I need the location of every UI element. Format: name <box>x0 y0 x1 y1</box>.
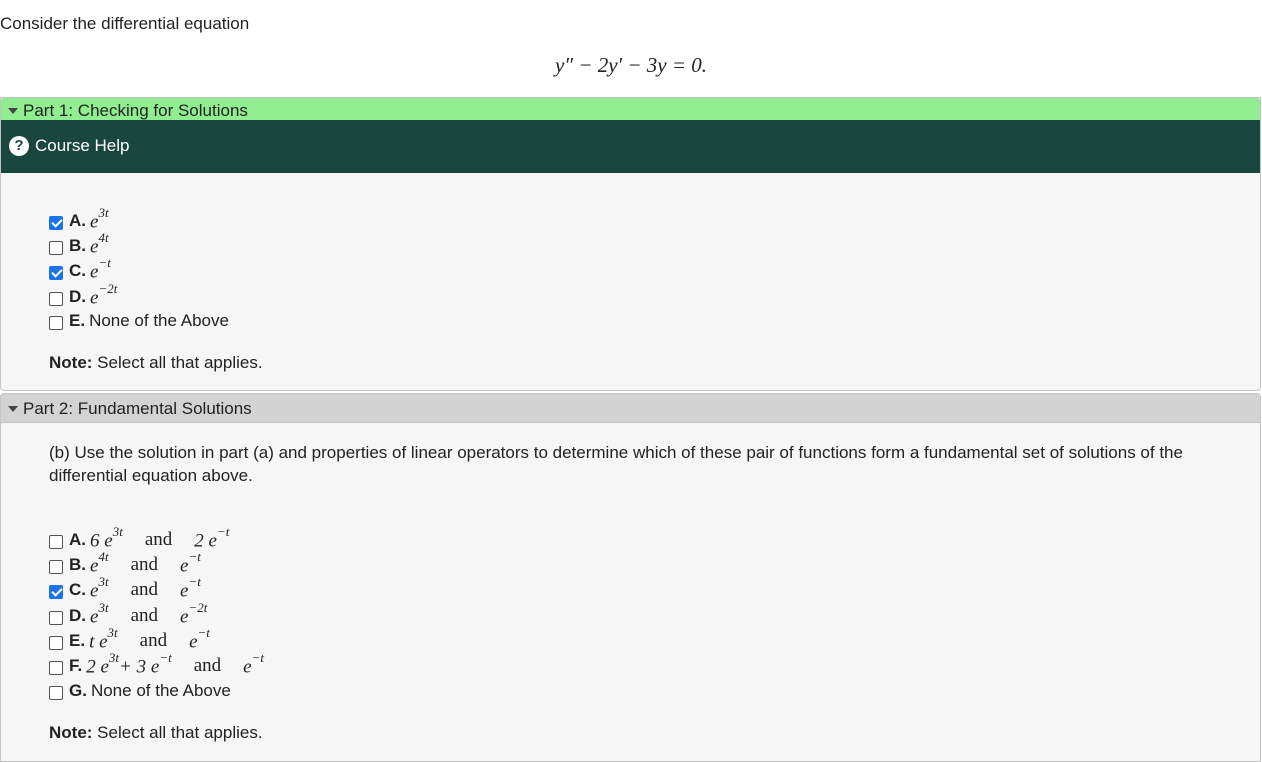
part-2-title: Part 2: Fundamental Solutions <box>23 399 252 418</box>
part-1-title: Part 1: Checking for Solutions <box>23 101 248 120</box>
math-exponent: 3t <box>107 625 118 641</box>
answer-option[interactable]: B. e4t and e−t <box>49 549 201 577</box>
answer-checkbox[interactable] <box>49 292 63 306</box>
math-exponent: −2t <box>98 281 118 297</box>
part-2-note: Note: Select all that applies. <box>49 723 263 742</box>
math-exponent: −t <box>159 650 172 666</box>
part-1-note: Note: Select all that applies. <box>49 353 263 372</box>
math-exponent: 4t <box>98 230 109 246</box>
math-exponent: −t <box>98 255 111 271</box>
answer-checkbox[interactable] <box>49 216 63 230</box>
option-letter: F. <box>69 656 83 675</box>
answer-checkbox[interactable] <box>49 686 63 700</box>
option-letter: C. <box>69 580 86 599</box>
and-text: and <box>144 529 173 550</box>
math-exponent: 3t <box>98 205 109 221</box>
math-exponent: −t <box>188 574 201 590</box>
answer-option[interactable]: C. e−t <box>49 255 111 283</box>
answer-checkbox[interactable] <box>49 611 63 625</box>
math-exponent: 3t <box>108 650 120 666</box>
math-exponent: −t <box>197 625 210 641</box>
collapse-triangle-icon[interactable] <box>8 108 18 114</box>
math-exponent: 3t <box>112 524 123 540</box>
answer-checkbox[interactable] <box>49 266 63 280</box>
and-word: and <box>140 630 167 652</box>
math-term: e−t <box>243 650 264 678</box>
option-letter: A. <box>69 211 86 230</box>
answer-checkbox[interactable] <box>49 661 63 675</box>
answer-option[interactable]: G. None of the Above <box>49 680 231 702</box>
math-base: e <box>243 656 252 678</box>
math-term: e−t <box>189 625 210 653</box>
answer-option[interactable]: B. e4t <box>49 230 109 258</box>
answer-option[interactable]: C. e3t and e−t <box>49 574 201 602</box>
math-term: 2 e3t <box>86 650 120 678</box>
answer-checkbox[interactable] <box>49 316 63 330</box>
math-base: e <box>189 631 198 653</box>
answer-checkbox[interactable] <box>49 241 63 255</box>
option-letter: E. <box>69 311 86 330</box>
answer-checkbox[interactable] <box>49 560 63 574</box>
answer-option[interactable]: A. e3t <box>49 205 109 233</box>
math-exponent: −t <box>216 524 230 540</box>
intro-text: Consider the differential equation <box>0 14 250 33</box>
math-term: e3t <box>90 574 109 602</box>
and-text: and <box>130 554 158 575</box>
answer-option[interactable]: D. e3t and e−2t <box>49 600 207 628</box>
math-exponent: −2t <box>188 600 208 616</box>
answer-option[interactable]: F. 2 e3t + 3 e−t and e−t <box>49 650 264 678</box>
math-base: t e <box>89 631 108 653</box>
math-term: e3t <box>90 600 109 628</box>
math-term: + 3 e−t <box>119 650 172 678</box>
and-text: and <box>130 605 158 626</box>
option-letter: A. <box>69 530 86 549</box>
answer-option[interactable]: E. t e3t and e−t <box>49 625 210 653</box>
math-term: e−t <box>90 255 111 283</box>
option-letter: C. <box>69 261 86 280</box>
math-base: 2 e <box>86 656 109 678</box>
part-1-panel: Part 1: Checking for Solutions ? Course … <box>0 97 1261 391</box>
help-icon[interactable]: ? <box>9 136 29 156</box>
math-exponent: 3t <box>98 574 109 590</box>
option-letter: B. <box>69 236 86 255</box>
and-word: and <box>131 554 158 576</box>
part-2-question: (b) Use the solution in part (a) and pro… <box>49 443 1183 485</box>
and-word: and <box>131 579 158 601</box>
and-word: and <box>145 529 172 551</box>
answer-checkbox[interactable] <box>49 636 63 650</box>
option-letter: D. <box>69 287 86 306</box>
math-base: + 3 e <box>119 656 160 678</box>
and-word: and <box>194 655 221 677</box>
option-text: None of the Above <box>90 681 231 700</box>
answer-checkbox[interactable] <box>49 535 63 549</box>
course-help-label[interactable]: Course Help <box>35 136 130 156</box>
option-letter: E. <box>69 631 86 650</box>
option-letter: G. <box>69 681 87 700</box>
answer-option[interactable]: E. None of the Above <box>49 310 229 332</box>
option-letter: B. <box>69 555 86 574</box>
and-text: and <box>139 630 168 651</box>
math-exponent: −t <box>251 650 264 666</box>
math-term: e−2t <box>90 281 118 309</box>
answer-checkbox[interactable] <box>49 585 63 599</box>
option-letter: D. <box>69 606 86 625</box>
answer-option[interactable]: A. 6 e3t and 2 e−t <box>49 524 229 552</box>
collapse-triangle-icon[interactable] <box>8 406 18 412</box>
part-2-panel: Part 2: Fundamental Solutions (b) Use th… <box>0 393 1261 762</box>
option-text: None of the Above <box>89 311 229 330</box>
math-exponent: −t <box>188 549 201 565</box>
answer-option[interactable]: D. e−2t <box>49 281 118 309</box>
and-text: and <box>130 579 158 600</box>
course-help-bar[interactable]: ? Course Help <box>1 120 1260 173</box>
differential-equation: y″ − 2y′ − 3y = 0. <box>554 53 708 77</box>
part-1-header[interactable]: Part 1: Checking for Solutions <box>1 98 1260 121</box>
math-exponent: 4t <box>98 549 109 565</box>
math-term: e−t <box>180 574 201 602</box>
math-exponent: 3t <box>98 600 109 616</box>
part-2-header[interactable]: Part 2: Fundamental Solutions <box>1 394 1260 423</box>
and-word: and <box>131 605 158 627</box>
and-text: and <box>193 655 222 676</box>
